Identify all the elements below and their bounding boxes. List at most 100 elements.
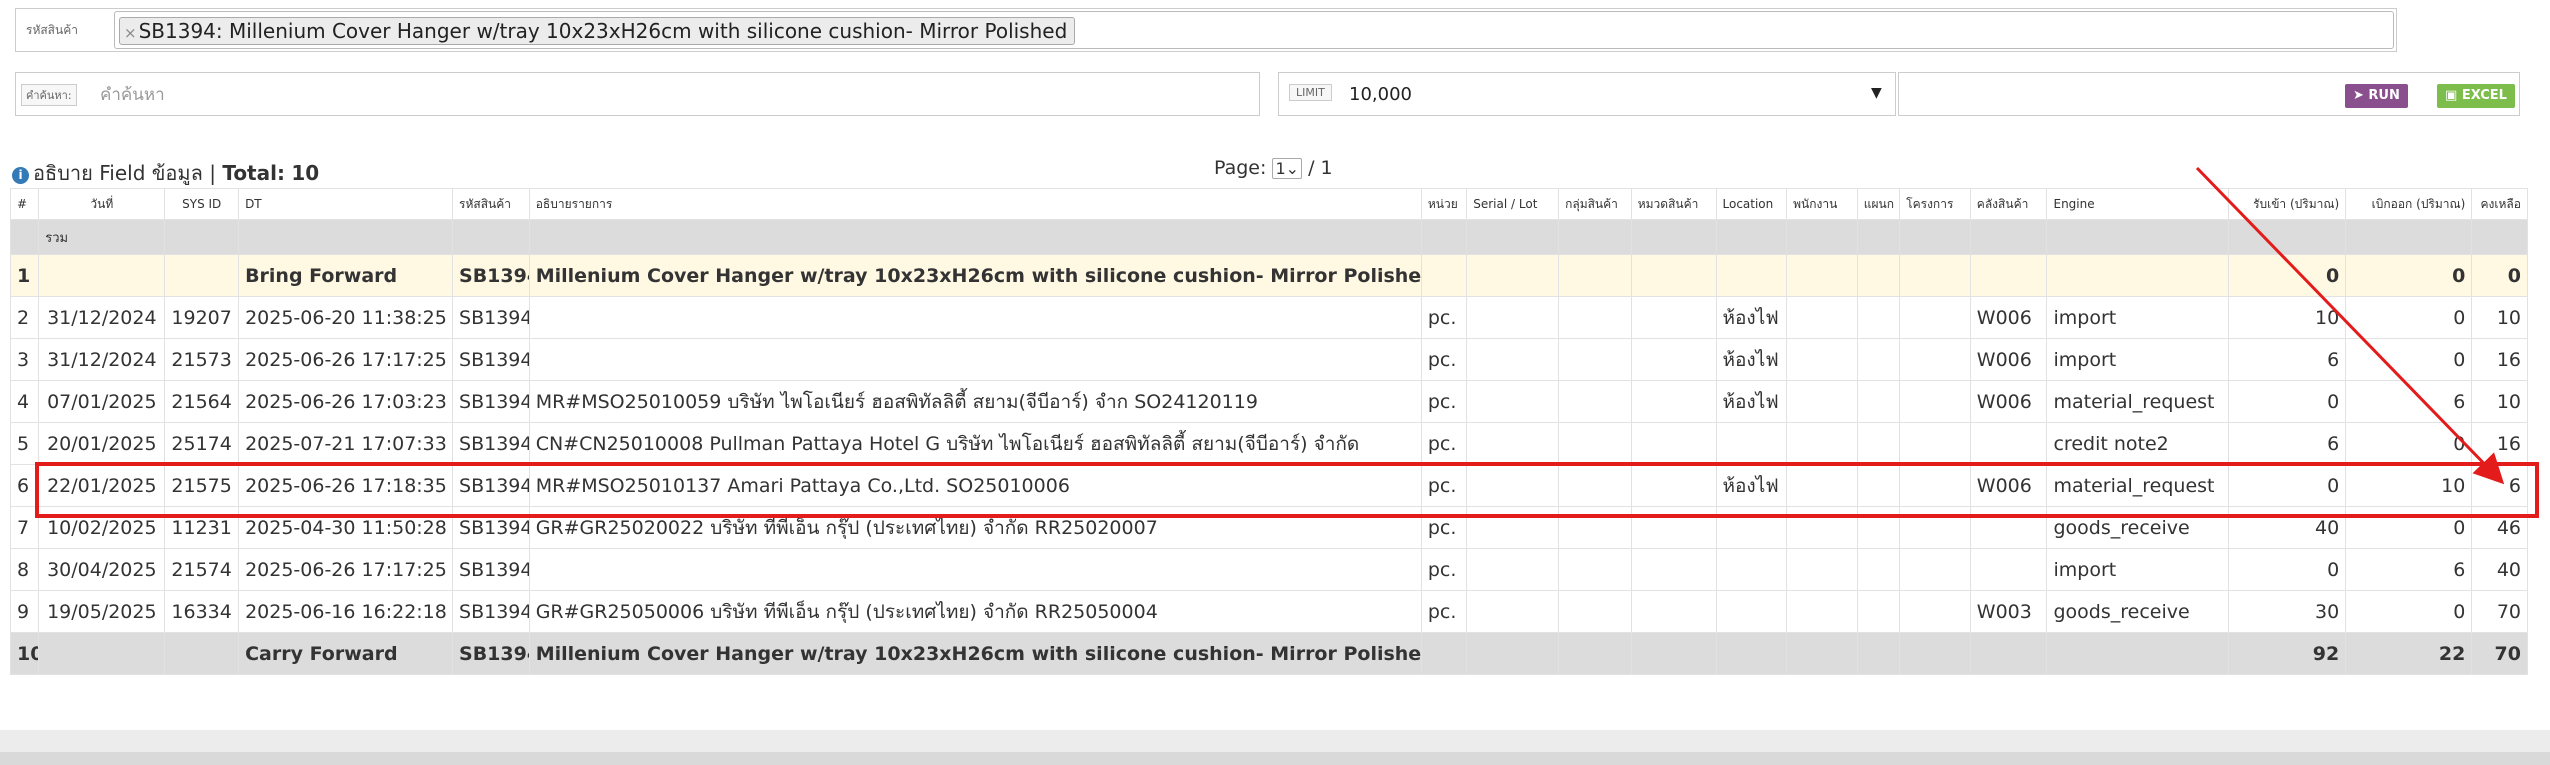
table-row[interactable]: 4 07/01/2025 21564 2025-06-26 17:03:23 SB139…	[9, 380, 2528, 423]
run-label: RUN	[2368, 88, 2400, 103]
category-cell	[1630, 464, 1717, 507]
summary-cell	[1899, 219, 1971, 255]
group-cell	[1558, 296, 1632, 339]
excel-button[interactable]: ▣ EXCEL	[2437, 84, 2515, 108]
table-row[interactable]: 6 22/01/2025 21575 2025-06-26 17:18:35 SB139…	[9, 464, 2528, 507]
engine-cell: credit note2	[2046, 422, 2230, 465]
column-header[interactable]: โครงการ	[1899, 188, 1971, 220]
column-header[interactable]: หมวดสินค้า	[1630, 188, 1717, 220]
qty-out: 0	[2345, 590, 2473, 633]
column-header[interactable]: Location	[1715, 188, 1788, 220]
product-code: SB1394	[452, 254, 530, 297]
sys-id-link[interactable]: 11231	[164, 506, 240, 549]
table-row[interactable]: 2 31/12/2024 19207 2025-06-20 11:38:25 SB139…	[9, 296, 2528, 339]
limit-select[interactable]: LIMIT 10,000 ▼	[1278, 72, 1896, 116]
warehouse-cell: W003	[1969, 590, 2048, 633]
empty-cell	[1969, 254, 2048, 297]
column-header[interactable]: คงเหลือ	[2471, 188, 2528, 220]
department-cell	[1856, 422, 1901, 465]
run-button[interactable]: ➤ RUN	[2345, 84, 2408, 108]
category-cell	[1630, 590, 1717, 633]
balance: 10	[2471, 296, 2528, 339]
sys-id-link[interactable]: 16334	[164, 590, 240, 633]
empty-cell	[1558, 254, 1632, 297]
group-cell	[1558, 380, 1632, 423]
sys-id-link[interactable]: 19207	[164, 296, 240, 339]
sys-id-link[interactable]: 25174	[164, 422, 240, 465]
info-icon: i	[12, 167, 29, 184]
table-row[interactable]: 9 19/05/2025 16334 2025-06-16 16:22:18 SB139…	[9, 590, 2528, 633]
column-header[interactable]: DT	[238, 188, 454, 220]
serial-cell	[1466, 548, 1560, 591]
row-number: 8	[9, 548, 40, 591]
description-cell	[528, 296, 1422, 339]
datetime-cell: 2025-07-21 17:07:33	[238, 422, 454, 465]
serial-cell	[1466, 422, 1560, 465]
sys-id-link[interactable]: 21564	[164, 380, 240, 423]
column-header[interactable]: หน่วย	[1420, 188, 1468, 220]
column-header[interactable]: พนักงาน	[1786, 188, 1858, 220]
date-cell: 31/12/2024	[38, 296, 166, 339]
sys-id-link[interactable]: 21573	[164, 338, 240, 381]
serial-cell	[1466, 296, 1560, 339]
column-header[interactable]: วันที่	[38, 188, 166, 220]
column-header[interactable]: #	[9, 188, 40, 220]
column-header[interactable]: คลังสินค้า	[1969, 188, 2048, 220]
search-group: คำค้นหา:	[15, 72, 1260, 116]
summary-cell	[1420, 219, 1468, 255]
product-filter-label: รหัสสินค้า	[26, 23, 78, 37]
product-filter: รหัสสินค้า × SB1394: Millenium Cover Hang…	[15, 8, 2397, 52]
column-header[interactable]: กลุ่มสินค้า	[1558, 188, 1632, 220]
project-cell	[1899, 590, 1971, 633]
engine-cell: goods_receive	[2046, 506, 2230, 549]
qty-in: 0	[2228, 548, 2347, 591]
department-cell	[1856, 506, 1901, 549]
product-select[interactable]: × SB1394: Millenium Cover Hanger w/tray 1…	[114, 11, 2394, 49]
engine-cell: goods_receive	[2046, 590, 2230, 633]
empty-cell	[1630, 254, 1717, 297]
column-header[interactable]: เบิกออก (ปริมาณ)	[2345, 188, 2473, 220]
column-header[interactable]: อธิบายรายการ	[528, 188, 1422, 220]
column-header[interactable]: Engine	[2046, 188, 2230, 220]
group-cell	[1558, 338, 1632, 381]
report-panel: รหัสสินค้า × SB1394: Millenium Cover Hang…	[0, 0, 2550, 730]
page-select[interactable]: 1⌄	[1272, 158, 1303, 179]
qty-in: 6	[2228, 338, 2347, 381]
page-label: Page:	[1214, 157, 1267, 179]
table-row[interactable]: 3 31/12/2024 21573 2025-06-26 17:17:25 SB139…	[9, 338, 2528, 381]
field-description-link[interactable]: อธิบาย Field ข้อมูล |	[33, 161, 216, 185]
balance: 46	[2471, 506, 2528, 549]
product-tag-label: SB1394: Millenium Cover Hanger w/tray 10…	[138, 19, 1068, 43]
location-cell	[1715, 506, 1788, 549]
search-input[interactable]	[98, 80, 1252, 110]
page-current: 1	[1275, 159, 1286, 178]
field-info[interactable]: i อธิบาย Field ข้อมูล | Total: 10	[12, 157, 319, 189]
empty-cell	[1969, 632, 2048, 675]
unit-cell: pc.	[1420, 548, 1468, 591]
engine-cell: import	[2046, 338, 2230, 381]
serial-cell	[1466, 464, 1560, 507]
sys-id-link[interactable]: 21575	[164, 464, 240, 507]
engine-cell: material_request	[2046, 380, 2230, 423]
unit-cell: pc.	[1420, 338, 1468, 381]
column-header[interactable]: Serial / Lot	[1466, 188, 1560, 220]
column-header[interactable]: รับเข้า (ปริมาณ)	[2228, 188, 2347, 220]
table-row[interactable]: 7 10/02/2025 11231 2025-04-30 11:50:28 SB139…	[9, 506, 2528, 549]
page-total: / 1	[1308, 157, 1333, 179]
project-cell	[1899, 296, 1971, 339]
date-cell	[38, 254, 166, 297]
column-header[interactable]: แผนก	[1856, 188, 1901, 220]
row-number: 3	[9, 338, 40, 381]
column-header[interactable]: รหัสสินค้า	[452, 188, 530, 220]
description-cell: MR#MSO25010059 บริษัท ไพโอเนียร์ ฮอสพิทั…	[528, 380, 1422, 423]
category-cell	[1630, 380, 1717, 423]
qty-out: 0	[2345, 254, 2473, 297]
table-row[interactable]: 5 20/01/2025 25174 2025-07-21 17:07:33 SB139…	[9, 422, 2528, 465]
sys-id-link[interactable]: 21574	[164, 548, 240, 591]
table-row[interactable]: 8 30/04/2025 21574 2025-06-26 17:17:25 SB139…	[9, 548, 2528, 591]
qty-in: 30	[2228, 590, 2347, 633]
column-header[interactable]: SYS ID	[164, 188, 240, 220]
empty-cell	[1558, 632, 1632, 675]
empty-cell	[1466, 632, 1560, 675]
remove-tag-icon[interactable]: ×	[124, 24, 137, 42]
